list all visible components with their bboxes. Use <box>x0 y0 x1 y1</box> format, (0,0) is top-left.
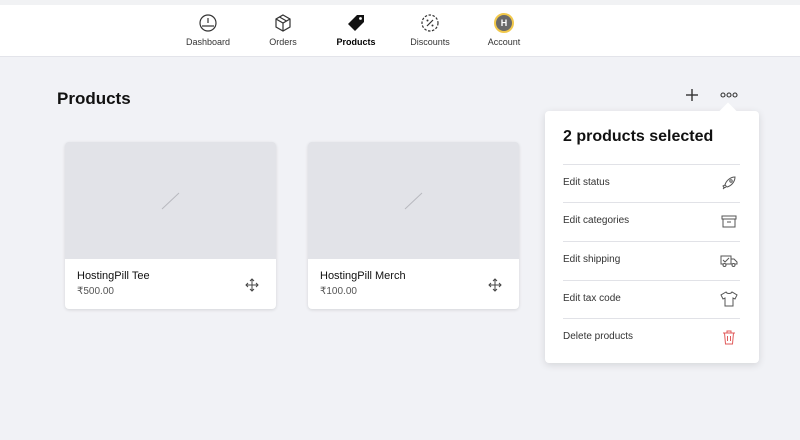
image-placeholder <box>308 142 519 259</box>
menu-item-label: Edit status <box>563 177 610 188</box>
product-name: HostingPill Tee <box>77 270 150 282</box>
nav-label: Products <box>336 37 376 47</box>
trash-icon <box>723 330 735 345</box>
product-name: HostingPill Merch <box>320 270 406 282</box>
product-price: ₹100.00 <box>320 286 357 297</box>
menu-item-edit-status[interactable]: Edit status <box>563 164 740 202</box>
menu-item-label: Edit categories <box>563 215 630 226</box>
add-product-button[interactable] <box>681 84 703 106</box>
product-price: ₹500.00 <box>77 286 114 297</box>
nav-label: Account <box>487 37 521 47</box>
truck-icon <box>720 255 738 267</box>
bulk-actions-menu: 2 products selected Edit status Edit cat… <box>545 102 759 363</box>
image-placeholder <box>65 142 276 259</box>
discount-badge-icon <box>421 14 439 32</box>
menu-item-delete-products[interactable]: Delete products <box>563 318 740 356</box>
main-nav: Dashboard Orders Products Discounts H Ac… <box>0 5 800 57</box>
menu-item-label: Edit shipping <box>563 254 621 265</box>
nav-label: Dashboard <box>185 37 231 47</box>
tag-icon <box>348 15 364 31</box>
nav-item-dashboard[interactable]: Dashboard <box>168 13 248 53</box>
nav-label: Orders <box>269 37 297 47</box>
nav-item-account[interactable]: H Account <box>464 13 544 53</box>
top-navigation-bar: Dashboard Orders Products Discounts H Ac… <box>0 0 800 57</box>
menu-item-label: Delete products <box>563 331 634 342</box>
rocket-icon <box>722 176 736 190</box>
menu-item-edit-shipping[interactable]: Edit shipping <box>563 241 740 279</box>
archive-box-icon <box>721 215 737 228</box>
avatar: H <box>494 13 514 33</box>
selection-heading: 2 products selected <box>563 128 714 145</box>
tshirt-icon <box>720 291 738 307</box>
product-card[interactable]: HostingPill Merch ₹100.00 <box>308 142 519 309</box>
drag-handle-icon[interactable] <box>245 278 259 292</box>
page-title: Products <box>57 89 131 108</box>
menu-item-edit-categories[interactable]: Edit categories <box>563 202 740 240</box>
menu-item-edit-tax-code[interactable]: Edit tax code <box>563 280 740 318</box>
menu-item-label: Edit tax code <box>563 293 621 304</box>
box-icon <box>275 14 291 32</box>
drag-handle-icon[interactable] <box>488 278 502 292</box>
dashboard-gauge-icon <box>199 14 217 32</box>
product-card[interactable]: HostingPill Tee ₹500.00 <box>65 142 276 309</box>
nav-item-orders[interactable]: Orders <box>243 13 323 53</box>
nav-label: Discounts <box>410 37 450 47</box>
nav-item-discounts[interactable]: Discounts <box>390 13 470 53</box>
nav-item-products[interactable]: Products <box>316 13 396 53</box>
